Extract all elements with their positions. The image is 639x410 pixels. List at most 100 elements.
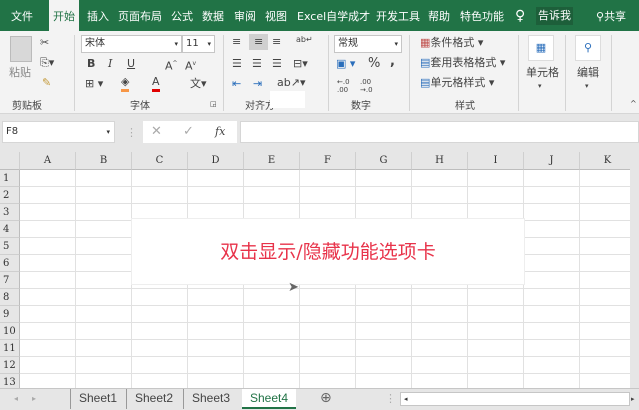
paste-button[interactable]: 粘贴 <box>9 66 31 80</box>
align-middle-icon[interactable]: ≡ <box>249 34 269 50</box>
scroll-left-icon[interactable]: ◂ <box>14 392 18 406</box>
tab-home[interactable]: 开始 <box>49 0 79 31</box>
tab-excel-self-study[interactable]: Excel自学成才 <box>297 0 370 31</box>
cell-styles-button[interactable]: ▤单元格样式 ▾ <box>420 76 494 90</box>
dialog-launcher-icon[interactable]: ◲ <box>210 97 217 111</box>
scroll-right-icon[interactable]: ▸ <box>32 392 36 406</box>
row-header[interactable]: 12 <box>0 357 20 374</box>
font-color-icon[interactable]: A <box>152 75 160 92</box>
vertical-scrollbar[interactable] <box>630 152 639 388</box>
column-header[interactable]: F <box>300 152 356 170</box>
share-button[interactable]: ⚲共享 <box>596 0 626 31</box>
format-painter-icon[interactable]: ✎ <box>42 76 51 90</box>
tab-insert[interactable]: 插入 <box>87 0 109 31</box>
underline-button[interactable]: U <box>127 57 135 71</box>
row-header[interactable]: 11 <box>0 340 20 357</box>
paste-icon[interactable] <box>10 36 32 62</box>
insert-function-button[interactable]: fx <box>215 125 225 139</box>
column-header[interactable]: G <box>356 152 412 170</box>
name-box[interactable]: F8 ▾ <box>2 121 115 143</box>
tab-data[interactable]: 数据 <box>202 0 224 31</box>
increase-indent-icon[interactable]: ⇥ <box>253 77 262 91</box>
column-header[interactable]: A <box>20 152 76 170</box>
styles-group-label: 样式 <box>455 101 475 112</box>
row-header[interactable]: 3 <box>0 204 20 221</box>
comma-button[interactable]: , <box>390 55 395 69</box>
sheet-tab-sheet2[interactable]: Sheet2 <box>126 389 181 409</box>
tell-me-search[interactable]: 告诉我 <box>536 7 573 25</box>
increase-decimal-icon[interactable]: ←.0.00 <box>337 78 350 94</box>
scroll-right-arrow-icon[interactable]: ▸ <box>631 392 635 406</box>
accounting-format-icon[interactable]: ▣ ▾ <box>336 57 355 71</box>
align-bottom-icon[interactable]: ≡ <box>272 35 281 49</box>
cut-icon[interactable]: ✂ <box>40 36 49 50</box>
editing-button[interactable]: 编辑 <box>577 66 599 80</box>
column-header[interactable]: C <box>132 152 188 170</box>
column-header[interactable]: E <box>244 152 300 170</box>
cells-button[interactable]: 单元格 <box>526 66 559 80</box>
orientation-icon[interactable]: ab↗▾ <box>277 76 305 90</box>
row-header[interactable]: 7 <box>0 272 20 289</box>
font-name-select[interactable]: 宋体 ▾ <box>81 35 182 53</box>
column-header[interactable]: I <box>468 152 524 170</box>
phonetic-icon[interactable]: 文▾ <box>190 77 207 91</box>
collapse-ribbon-icon[interactable]: ^ <box>630 97 637 111</box>
align-center-icon[interactable]: ☰ <box>252 57 262 71</box>
decrease-indent-icon[interactable]: ⇤ <box>232 77 241 91</box>
italic-button[interactable]: I <box>108 57 112 71</box>
bold-button[interactable]: B <box>87 57 95 71</box>
row-header[interactable]: 5 <box>0 238 20 255</box>
percent-button[interactable]: % <box>368 57 380 71</box>
sheet-tab-sheet4[interactable]: Sheet4 <box>242 389 297 409</box>
tab-file[interactable]: 文件 <box>11 0 33 31</box>
cancel-icon[interactable]: ✕ <box>151 125 162 139</box>
row-header[interactable]: 8 <box>0 289 20 306</box>
merge-center-icon[interactable]: ⊟▾ <box>293 57 308 71</box>
fill-color-icon[interactable]: ◈ <box>121 75 130 92</box>
cells-icon[interactable]: ▦ <box>528 35 554 61</box>
column-header[interactable]: B <box>76 152 132 170</box>
enter-icon[interactable]: ✓ <box>183 125 194 139</box>
row-header[interactable]: 4 <box>0 221 20 238</box>
borders-icon[interactable]: ⊞ ▾ <box>85 77 103 91</box>
decrease-font-icon[interactable]: Av <box>185 57 196 74</box>
tab-help[interactable]: 帮助 <box>428 0 450 31</box>
sheet-tab-sheet3[interactable]: Sheet3 <box>183 389 238 409</box>
format-as-table-button[interactable]: ▤套用表格格式 ▾ <box>420 56 505 70</box>
chevron-down-icon: ▾ <box>394 40 398 48</box>
column-header[interactable]: D <box>188 152 244 170</box>
tab-developer[interactable]: 开发工具 <box>376 0 420 31</box>
scroll-left-arrow-icon[interactable]: ◂ <box>404 393 408 405</box>
row-header[interactable]: 1 <box>0 170 20 187</box>
wrap-text-icon[interactable]: ab↵ <box>296 33 313 47</box>
align-left-icon[interactable]: ☰ <box>232 57 242 71</box>
drag-handle-icon[interactable]: ⋮ <box>126 126 137 140</box>
align-right-icon[interactable]: ☰ <box>272 57 282 71</box>
tab-formulas[interactable]: 公式 <box>171 0 193 31</box>
add-sheet-icon[interactable]: ⊕ <box>320 391 332 405</box>
copy-icon[interactable]: ⎘▾ <box>40 56 54 70</box>
row-header[interactable]: 2 <box>0 187 20 204</box>
row-header[interactable]: 6 <box>0 255 20 272</box>
horizontal-scrollbar[interactable]: ◂ <box>400 392 630 406</box>
formula-input[interactable] <box>240 121 639 143</box>
search-icon[interactable]: ⚲ <box>575 35 601 61</box>
decrease-decimal-icon[interactable]: .00 →.0 <box>360 78 373 94</box>
number-format-select[interactable]: 常规 ▾ <box>334 35 402 53</box>
sheet-tab-sheet1[interactable]: Sheet1 <box>70 389 125 409</box>
column-header[interactable]: H <box>412 152 468 170</box>
row-header[interactable]: 10 <box>0 323 20 340</box>
splitter-handle[interactable]: ⋮ <box>385 392 396 406</box>
column-header[interactable]: J <box>524 152 580 170</box>
tab-review[interactable]: 审阅 <box>234 0 256 31</box>
tab-view[interactable]: 视图 <box>265 0 287 31</box>
increase-font-icon[interactable]: A^ <box>165 57 178 74</box>
column-header[interactable]: K <box>580 152 636 170</box>
select-all-corner[interactable] <box>0 152 20 170</box>
tab-page-layout[interactable]: 页面布局 <box>118 0 162 31</box>
align-top-icon[interactable]: ≡ <box>232 35 241 49</box>
conditional-formatting-button[interactable]: ▦条件格式 ▾ <box>420 36 483 50</box>
tab-special-features[interactable]: 特色功能 <box>460 0 504 31</box>
font-size-select[interactable]: 11 ▾ <box>182 35 215 53</box>
row-header[interactable]: 9 <box>0 306 20 323</box>
